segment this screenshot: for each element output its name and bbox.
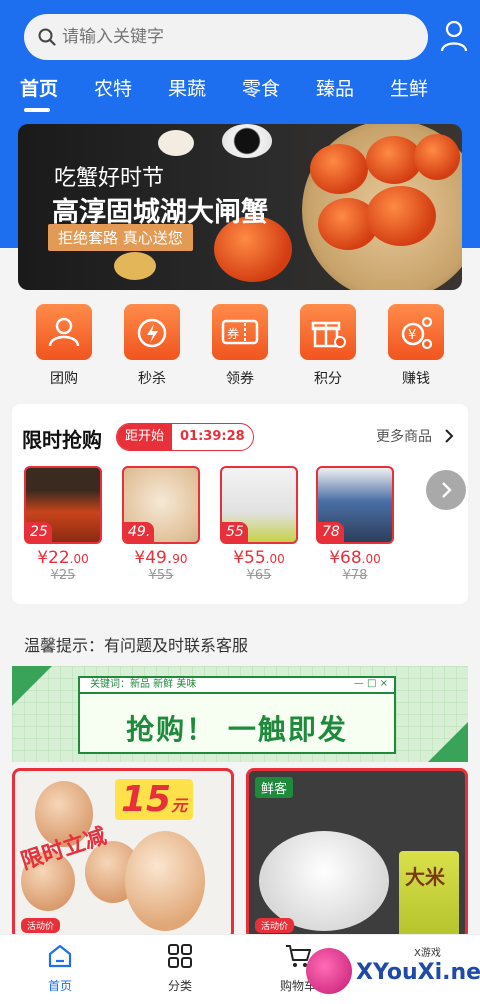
countdown-timer: 距开始 01:39:28 [116,423,254,451]
flash-sale-icon [124,304,180,360]
product-old-price: ¥78 [342,568,368,583]
points-icon [300,304,356,360]
activity-price-tag: 活动价 [21,918,61,933]
soy-sauce-dish [222,124,272,158]
svg-text:券: 券 [227,326,239,341]
group-buy-icon [36,304,92,360]
category-points[interactable]: 积分 [298,304,358,388]
more-products-link[interactable]: 更多商品 [376,426,432,446]
category-label: 秒杀 [138,371,166,387]
tab-snacks[interactable]: 零食 [242,74,280,101]
service-tip: 温馨提示：有问题及时联系客服 [24,636,249,655]
countdown-time: 01:39:28 [180,429,245,444]
product-card[interactable]: 49. ¥49.90 ¥55 [122,466,200,583]
product-tag: 25 [26,522,52,542]
product-price: ¥68.00 [329,548,381,568]
rice-image [259,831,389,931]
crab-image [414,134,460,180]
activity-price-tag: 活动价 [255,918,295,933]
product-card[interactable]: 55 ¥55.00 ¥65 [220,466,298,583]
egg-product-card[interactable]: 15元 限时立减 活动价 [12,768,234,940]
tab-fresh[interactable]: 生鲜 [390,74,428,101]
product-image: 25 [24,466,102,544]
search-icon [38,28,56,46]
product-tag: 55 [222,522,248,542]
tab-premium[interactable]: 臻品 [316,74,354,101]
nav-home[interactable]: 首页 [30,943,90,994]
promo-window: 关键词：新品 新鲜 美味 — □ × 抢购！ 一触即发 [78,676,396,754]
hero-banner[interactable]: 吃蟹好时节 高淳固城湖大闸蟹 拒绝套路 真心送您 [18,124,462,290]
home-icon [48,944,72,968]
banner-subtitle: 吃蟹好时节 [54,166,165,191]
ginger-image [114,252,156,280]
product-tag: 49. [124,522,155,542]
earn-money-icon: ¥ [388,304,444,360]
watermark-logo-icon [306,948,352,994]
chevron-right-icon[interactable] [444,428,454,444]
nav-label: 首页 [47,979,72,993]
crab-image [310,144,368,194]
category-label: 赚钱 [402,371,430,387]
promo-window-bar: 关键词：新品 新鲜 美味 [80,678,394,694]
rice-product-card[interactable]: 鲜客 大米 活动价 [246,768,468,940]
flash-sale-section: 限时抢购 距开始 01:39:28 更多商品 25 ¥22.00 ¥25 49.… [12,404,468,604]
product-price: ¥49.90 [134,548,188,568]
product-tag: 78 [318,522,344,542]
tab-fruits-vegetables[interactable]: 果蔬 [168,74,206,101]
category-label: 团购 [50,371,78,387]
user-profile-icon[interactable] [440,20,468,52]
site-watermark: X游戏 XYouXi.net [296,940,480,1004]
product-old-price: ¥65 [246,568,272,583]
nav-category[interactable]: 分类 [150,943,210,994]
search-bar [24,14,458,60]
crab-image [366,186,436,246]
watermark-text: XYouXi.net [356,960,480,985]
rice-bag-image: 大米 [399,851,459,937]
rice-bag-label: 大米 [405,865,445,889]
product-old-price: ¥55 [148,568,174,583]
next-products-button[interactable] [426,470,466,510]
nav-label: 分类 [167,979,192,993]
product-image: 78 [316,466,394,544]
product-image: 55 [220,466,298,544]
promo-banner[interactable]: 关键词：新品 新鲜 美味 — □ × 抢购！ 一触即发 [12,666,468,762]
quick-categories: 团购 秒杀 券 领券 积分 ¥ 赚钱 [0,304,480,394]
search-input[interactable] [62,27,362,47]
product-card[interactable]: 25 ¥22.00 ¥25 [24,466,102,583]
product-card[interactable]: 78 ¥68.00 ¥78 [316,466,394,583]
category-tabs: 首页 农特 果蔬 零食 臻品 生鲜 [0,74,480,110]
watermark-small-text: X游戏 [414,948,441,959]
svg-text:¥: ¥ [408,328,416,343]
countdown-label: 距开始 [117,424,173,450]
tab-home[interactable]: 首页 [20,74,58,101]
category-group-buy[interactable]: 团购 [34,304,94,388]
window-controls: — □ × [353,678,388,689]
product-old-price: ¥25 [50,568,76,583]
flash-sale-title: 限时抢购 [22,428,102,452]
tab-farm-specialty[interactable]: 农特 [94,74,132,101]
product-price: ¥55.00 [233,548,285,568]
egg-image [125,831,205,931]
discount-badge: 15元 [115,779,194,820]
promo-slogan: 抢购！ 一触即发 [126,713,348,746]
product-price: ¥22.00 [37,548,89,568]
banner-slogan: 拒绝套路 真心送您 [48,224,193,251]
category-flash-sale[interactable]: 秒杀 [122,304,182,388]
category-label: 积分 [314,371,342,387]
brand-logo: 鲜客 [255,777,294,798]
category-earn-money[interactable]: ¥ 赚钱 [386,304,446,388]
coupon-icon: 券 [212,304,268,360]
garlic-image [158,130,194,156]
category-label: 领券 [226,371,254,387]
active-tab-indicator [24,108,50,112]
chevron-right-icon [442,482,452,498]
search-box[interactable] [24,14,428,60]
category-coupon[interactable]: 券 领券 [210,304,270,388]
category-grid-icon [168,944,192,968]
product-image: 49. [122,466,200,544]
